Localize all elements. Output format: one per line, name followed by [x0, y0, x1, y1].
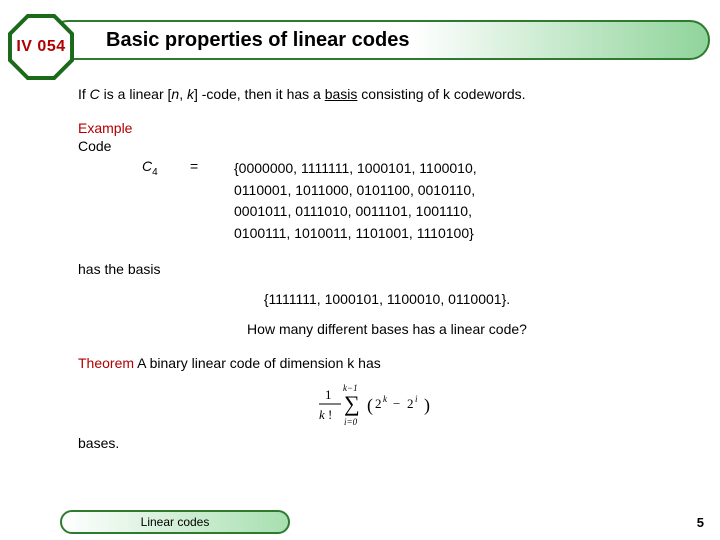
var-C: C: [142, 158, 152, 174]
svg-text:k: k: [319, 407, 325, 422]
formula: 1 k ! k−1 ∑ i=0 ( 2 k − 2 i ): [78, 381, 696, 427]
code-definition: C4 = {0000000, 1111111, 1000101, 1100010…: [78, 158, 696, 245]
svg-text:2: 2: [407, 396, 414, 411]
basis-set: {1111111, 1000101, 1100010, 0110001}.: [78, 291, 696, 307]
t: ] -code, then it has a: [194, 86, 325, 102]
t: is a linear [: [100, 86, 172, 102]
svg-text:−: −: [393, 396, 400, 411]
t: consisting of k codewords.: [357, 86, 525, 102]
title-bar: Basic properties of linear codes: [48, 20, 710, 60]
svg-text:∑: ∑: [344, 391, 360, 416]
page-number: 5: [697, 515, 704, 530]
svg-text:): ): [424, 395, 430, 416]
code-label: Code: [78, 138, 696, 154]
t: ,: [179, 86, 187, 102]
svg-text:(: (: [367, 395, 373, 416]
equals-sign: =: [190, 158, 234, 174]
svg-text:k: k: [383, 394, 388, 404]
theorem-line: Theorem A binary linear code of dimensio…: [78, 355, 696, 371]
t: If: [78, 86, 90, 102]
slide-body: If C is a linear [n, k] -code, then it h…: [78, 86, 696, 498]
footer-chip: Linear codes: [60, 510, 290, 534]
code-symbol: C4: [78, 158, 190, 178]
codeword-set: {0000000, 1111111, 1000101, 1100010, 011…: [234, 158, 477, 245]
svg-text:1: 1: [325, 387, 332, 402]
svg-text:i: i: [415, 394, 418, 404]
theorem-label: Theorem: [78, 355, 134, 371]
var-k: k: [187, 86, 194, 102]
svg-text:2: 2: [375, 396, 382, 411]
var-C: C: [90, 86, 100, 102]
page-title: Basic properties of linear codes: [106, 29, 409, 52]
example-label: Example: [78, 120, 696, 136]
theorem-text: A binary linear code of dimension k has: [134, 355, 381, 371]
codeword-line: 0100111, 1010011, 1101001, 1110100}: [234, 223, 477, 245]
question-text: How many different bases has a linear co…: [78, 321, 696, 337]
codeword-line: {0000000, 1111111, 1000101, 1100010,: [234, 158, 477, 180]
intro-sentence: If C is a linear [n, k] -code, then it h…: [78, 86, 696, 102]
svg-text:!: !: [328, 407, 332, 422]
chapter-badge-label: IV 054: [8, 14, 74, 80]
basis-word: basis: [325, 86, 358, 102]
footer-label: Linear codes: [141, 515, 210, 529]
codeword-line: 0001011, 0111010, 0011101, 1001110,: [234, 201, 477, 223]
has-basis-text: has the basis: [78, 261, 696, 277]
codeword-line: 0110001, 1011000, 0101100, 0010110,: [234, 180, 477, 202]
bases-word: bases.: [78, 435, 696, 451]
svg-text:i=0: i=0: [344, 417, 358, 427]
subscript: 4: [152, 167, 158, 178]
